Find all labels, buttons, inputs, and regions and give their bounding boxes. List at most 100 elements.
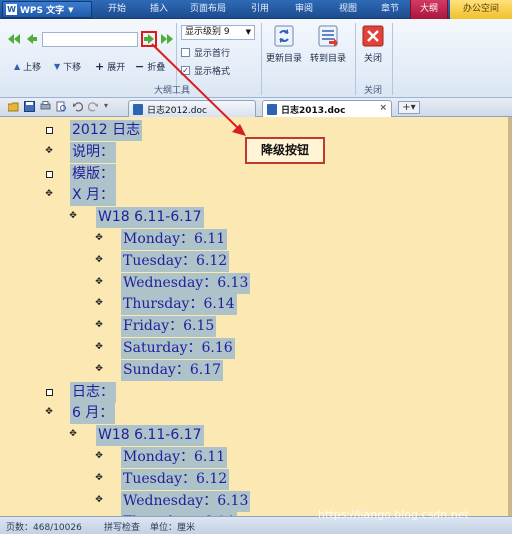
outline-item[interactable]: ✥ X 月： — [0, 185, 500, 207]
tab-home[interactable]: 开始 — [96, 0, 138, 19]
outline-item-text[interactable]: Tuesday：6.12 — [121, 250, 230, 272]
outline-body-marker-icon[interactable] — [44, 386, 54, 396]
demote-to-body-button[interactable] — [159, 31, 175, 47]
move-up-button[interactable]: ▲ 上移 — [14, 60, 41, 73]
redo-icon[interactable] — [88, 101, 99, 112]
outline-item-text[interactable]: Monday：6.11 — [121, 229, 228, 250]
close-label: 关闭 — [363, 54, 382, 64]
new-tab-button[interactable]: +▾ — [398, 101, 420, 114]
watermark-text: https://liango.blog.csdn.net — [318, 508, 469, 521]
expand-button[interactable]: + 展开 — [95, 60, 125, 73]
undo-icon[interactable] — [72, 101, 83, 112]
tab-chapter[interactable]: 章节 — [370, 0, 410, 19]
outline-item-text[interactable]: 模版： — [70, 163, 116, 185]
outline-item[interactable]: ✥ Tuesday：6.12 — [0, 250, 500, 272]
outline-expand-marker-icon[interactable]: ✥ — [94, 473, 104, 483]
outline-expand-marker-icon[interactable]: ✥ — [94, 364, 104, 374]
outline-item-text[interactable]: Saturday：6.16 — [121, 338, 235, 359]
outline-item[interactable]: 模版： — [0, 163, 500, 185]
show-format-checkbox[interactable]: ✓ 显示格式 — [181, 64, 230, 77]
tab-references[interactable]: 引用 — [240, 0, 280, 19]
outline-item-text[interactable]: X 月： — [70, 185, 117, 207]
outline-expand-marker-icon[interactable]: ✥ — [94, 255, 104, 265]
group-label-close: 关闭 — [364, 86, 383, 96]
outline-item-text[interactable]: Monday：6.11 — [121, 447, 228, 468]
outline-item[interactable]: ✥ Sunday：6.17 — [0, 359, 500, 381]
doc-tab-2013[interactable]: 日志2013.doc × — [262, 100, 392, 117]
demote-button[interactable] — [141, 31, 157, 47]
outline-level-input[interactable] — [42, 32, 138, 47]
outline-expand-marker-icon[interactable]: ✥ — [94, 320, 104, 330]
outline-expand-marker-icon[interactable]: ✥ — [44, 189, 54, 199]
outline-item[interactable]: ✥ Wednesday：6.13 — [0, 272, 500, 294]
outline-expand-marker-icon[interactable]: ✥ — [44, 407, 54, 417]
outline-item[interactable]: ✥ Friday：6.15 — [0, 316, 500, 338]
outline-item-text[interactable]: 说明： — [70, 141, 116, 163]
outline-expand-marker-icon[interactable]: ✥ — [44, 146, 54, 156]
outline-item[interactable]: 日志： — [0, 381, 500, 403]
goto-toc-button[interactable]: 转到目录 — [310, 25, 346, 64]
outline-expand-marker-icon[interactable]: ✥ — [68, 211, 78, 221]
show-level-dropdown[interactable]: 显示级别 9 ▼ — [181, 25, 255, 40]
tab-page-layout[interactable]: 页面布局 — [182, 0, 234, 19]
outline-expand-marker-icon[interactable]: ✥ — [94, 451, 104, 461]
double-left-arrow-icon — [8, 34, 20, 44]
outline-item[interactable]: ✥ Monday：6.11 — [0, 447, 500, 468]
doc-tab-2012[interactable]: 日志2012.doc — [128, 100, 256, 117]
outline-item-text[interactable]: 日志： — [70, 381, 116, 403]
promote-button[interactable] — [24, 31, 40, 47]
outline-expand-marker-icon[interactable]: ✥ — [68, 429, 78, 439]
tab-outline[interactable]: 大纲 — [410, 0, 448, 19]
document-icon — [133, 103, 143, 115]
outline-item[interactable]: ✥ 6 月： — [0, 403, 500, 425]
outline-item-text[interactable]: Tuesday：6.12 — [121, 468, 230, 490]
quick-access-chevron-icon[interactable]: ▾ — [104, 101, 108, 110]
update-toc-label: 更新目录 — [266, 54, 303, 64]
outline-expand-marker-icon[interactable]: ✥ — [94, 277, 104, 287]
print-icon[interactable] — [40, 101, 51, 112]
outline-item-text[interactable]: Sunday：6.17 — [121, 359, 224, 381]
save-icon[interactable] — [24, 101, 35, 112]
outline-item-text[interactable]: W18 6.11-6.17 — [96, 425, 204, 447]
outline-item[interactable]: ✥ Thursday：6.14 — [0, 294, 500, 316]
outline-item-text[interactable]: Wednesday：6.13 — [121, 490, 251, 512]
promote-to-heading1-button[interactable] — [6, 31, 22, 47]
open-folder-icon[interactable] — [8, 101, 19, 112]
tab-office-space[interactable]: 办公空间 — [450, 0, 512, 19]
print-preview-icon[interactable] — [56, 101, 67, 112]
outline-item[interactable]: ✥ W18 6.11-6.17 — [0, 425, 500, 447]
outline-expand-marker-icon[interactable]: ✥ — [94, 495, 104, 505]
outline-item[interactable]: ✥ Monday：6.11 — [0, 229, 500, 250]
spell-check-toggle[interactable]: 拼写检查 — [104, 520, 140, 533]
move-down-button[interactable]: ▼ 下移 — [54, 60, 81, 73]
update-toc-button[interactable]: 更新目录 — [266, 25, 302, 64]
outline-item-text[interactable]: Wednesday：6.13 — [121, 272, 251, 294]
vertical-scrollbar[interactable] — [508, 117, 512, 516]
tab-review[interactable]: 审阅 — [284, 0, 324, 19]
close-outline-button[interactable]: 关闭 — [362, 25, 384, 64]
outline-body-marker-icon[interactable] — [44, 168, 54, 178]
outline-item[interactable]: ✥ W18 6.11-6.17 — [0, 207, 500, 229]
outline-expand-marker-icon[interactable]: ✥ — [94, 233, 104, 243]
outline-expand-marker-icon[interactable]: ✥ — [94, 342, 104, 352]
app-menu-button[interactable]: W WPS 文字 ▼ — [2, 1, 92, 18]
close-icon — [362, 25, 384, 47]
tab-view[interactable]: 视图 — [328, 0, 368, 19]
tab-insert[interactable]: 插入 — [140, 0, 178, 19]
close-tab-icon[interactable]: × — [379, 103, 387, 113]
show-first-line-checkbox[interactable]: 显示首行 — [181, 46, 230, 59]
outline-item-text[interactable]: Friday：6.15 — [121, 316, 217, 338]
outline-item-text[interactable]: 2012 日志 — [70, 120, 143, 141]
outline-item[interactable]: ✥ Saturday：6.16 — [0, 338, 500, 359]
outline-item[interactable]: ✥ Tuesday：6.12 — [0, 468, 500, 490]
collapse-button[interactable]: − 折叠 — [135, 60, 165, 73]
document-outline-area[interactable]: 2012 日志 ✥ 说明： 模版： ✥ X 月： ✥ W18 6.11-6.17 ✥ Monday… — [0, 117, 512, 516]
triangle-up-icon: ▲ — [14, 62, 21, 71]
outline-body-marker-icon[interactable] — [44, 124, 54, 134]
outline-item-text[interactable]: Thursday：6.14 — [121, 294, 237, 316]
outline-expand-marker-icon[interactable]: ✥ — [94, 298, 104, 308]
minus-icon: − — [135, 60, 145, 73]
outline-item-text[interactable]: 6 月： — [70, 403, 116, 425]
outline-ribbon: ▲ 上移 ▼ 下移 + 展开 − 折叠 显示级别 9 ▼ 显示首行 ✓ 显示格式… — [0, 19, 512, 98]
outline-item-text[interactable]: W18 6.11-6.17 — [96, 207, 204, 229]
